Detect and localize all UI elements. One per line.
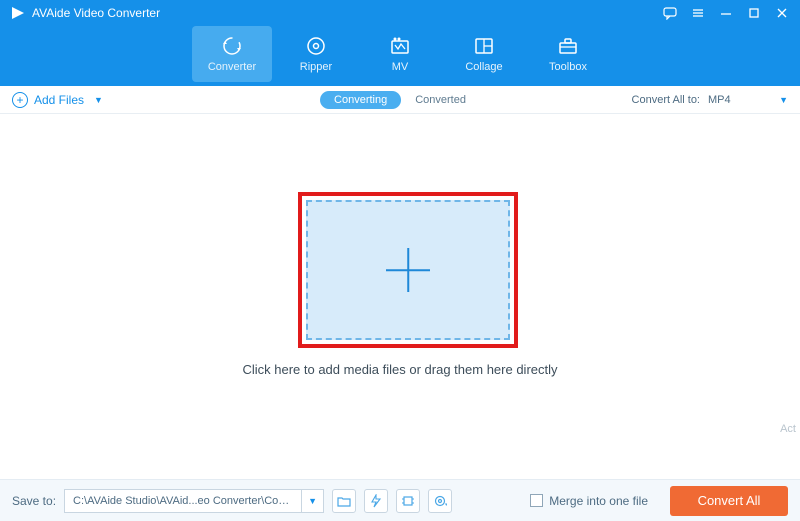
chevron-down-icon: ▼ bbox=[779, 95, 788, 105]
feedback-icon[interactable] bbox=[662, 5, 678, 21]
nav-label: Ripper bbox=[300, 61, 332, 73]
convert-all-button[interactable]: Convert All bbox=[670, 486, 788, 516]
maximize-icon[interactable] bbox=[746, 5, 762, 21]
save-path-select[interactable]: C:\AVAide Studio\AVAid...eo Converter\Co… bbox=[64, 489, 324, 513]
nav-converter[interactable]: Converter bbox=[192, 26, 272, 82]
status-toggle: Converting Converted bbox=[320, 91, 480, 109]
convert-all-to: Convert All to: MP4 ▼ bbox=[632, 94, 788, 106]
nav-label: Collage bbox=[465, 61, 502, 73]
chevron-down-icon[interactable]: ▼ bbox=[301, 490, 323, 512]
tab-converted[interactable]: Converted bbox=[401, 91, 480, 109]
main-area: Click here to add media files or drag th… bbox=[0, 114, 800, 479]
app-logo-icon bbox=[10, 5, 26, 21]
gpu-accel-button[interactable] bbox=[396, 489, 420, 513]
dropzone[interactable] bbox=[306, 200, 510, 340]
checkbox-icon bbox=[530, 494, 543, 507]
minimize-icon[interactable] bbox=[718, 5, 734, 21]
watermark-text: Act bbox=[780, 423, 796, 435]
app-title: AVAide Video Converter bbox=[32, 6, 662, 20]
output-format-select[interactable]: MP4 ▼ bbox=[708, 94, 788, 106]
nav-label: Converter bbox=[208, 61, 256, 73]
save-path-text: C:\AVAide Studio\AVAid...eo Converter\Co… bbox=[65, 495, 301, 507]
convert-all-to-label: Convert All to: bbox=[632, 94, 700, 106]
open-folder-button[interactable] bbox=[332, 489, 356, 513]
nav-label: MV bbox=[392, 61, 409, 73]
merge-checkbox[interactable]: Merge into one file bbox=[530, 494, 648, 508]
ripper-icon bbox=[305, 35, 327, 57]
save-to-label: Save to: bbox=[12, 494, 56, 508]
secondary-toolbar: + Add Files ▼ Converting Converted Conve… bbox=[0, 86, 800, 114]
add-files-label: Add Files bbox=[34, 93, 84, 107]
window-controls bbox=[662, 5, 790, 21]
footer-bar: Save to: C:\AVAide Studio\AVAid...eo Con… bbox=[0, 479, 800, 521]
add-files-button[interactable]: + Add Files ▼ bbox=[12, 92, 103, 108]
format-value: MP4 bbox=[708, 94, 731, 106]
settings-button[interactable]: ▾ bbox=[428, 489, 452, 513]
nav-ripper[interactable]: Ripper bbox=[276, 26, 356, 82]
plus-circle-icon: + bbox=[12, 92, 28, 108]
nav-label: Toolbox bbox=[549, 61, 587, 73]
close-icon[interactable] bbox=[774, 5, 790, 21]
nav-toolbox[interactable]: Toolbox bbox=[528, 26, 608, 82]
dropzone-hint: Click here to add media files or drag th… bbox=[0, 362, 800, 377]
nav-mv[interactable]: MV bbox=[360, 26, 440, 82]
svg-text:▾: ▾ bbox=[445, 502, 447, 508]
chevron-down-icon: ▼ bbox=[94, 95, 103, 105]
dropzone-highlight bbox=[298, 192, 518, 348]
high-speed-button[interactable] bbox=[364, 489, 388, 513]
titlebar: AVAide Video Converter bbox=[0, 0, 800, 26]
mv-icon bbox=[389, 35, 411, 57]
plus-icon bbox=[386, 248, 430, 292]
collage-icon bbox=[473, 35, 495, 57]
tab-converting[interactable]: Converting bbox=[320, 91, 401, 109]
toolbox-icon bbox=[557, 35, 579, 57]
menu-icon[interactable] bbox=[690, 5, 706, 21]
main-nav: Converter Ripper MV Collage Toolbox bbox=[0, 26, 800, 86]
merge-label: Merge into one file bbox=[549, 494, 648, 508]
converter-icon bbox=[221, 35, 243, 57]
nav-collage[interactable]: Collage bbox=[444, 26, 524, 82]
